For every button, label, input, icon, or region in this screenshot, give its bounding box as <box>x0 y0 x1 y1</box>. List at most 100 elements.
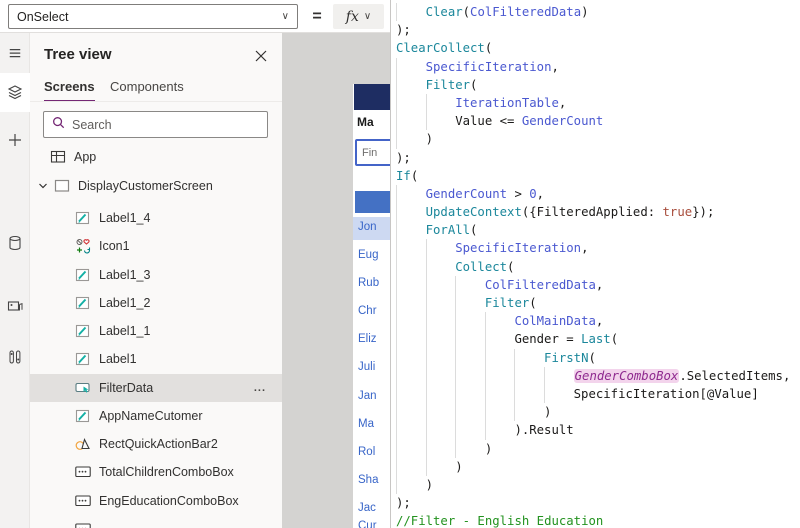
code-line[interactable]: ColFilteredData, <box>396 275 800 294</box>
code-line[interactable]: ).Result <box>396 421 800 440</box>
more-options-button[interactable]: ... <box>254 382 266 394</box>
tree-item-label: Label1_1 <box>99 324 151 338</box>
code-line[interactable]: ); <box>396 21 800 39</box>
app-icon <box>50 149 66 165</box>
tree-item-label: App <box>74 150 97 164</box>
insert-icon[interactable] <box>0 125 30 155</box>
menu-icon[interactable] <box>0 39 30 69</box>
app-artboard[interactable]: Ma Fin Jon Eug Rub Chr Eliz Juli Jan Ma Rol Sha Ja… <box>353 84 390 528</box>
tree-item-clipped[interactable] <box>30 515 282 528</box>
tree-item-label1[interactable]: Label1 <box>30 345 282 373</box>
code-line[interactable]: ForAll( <box>396 221 800 240</box>
code-line[interactable]: ); <box>396 494 800 512</box>
code-line[interactable]: ClearCollect( <box>396 39 800 57</box>
label-icon <box>75 295 91 311</box>
tree-view-icon[interactable] <box>0 77 30 107</box>
code-line[interactable]: If( <box>396 167 800 185</box>
button-icon <box>75 380 91 396</box>
customer-name-link[interactable]: Rub <box>358 277 379 289</box>
tree-item-icon1[interactable]: Icon1 <box>30 232 282 260</box>
code-line[interactable]: Filter( <box>396 75 800 94</box>
customer-name-link[interactable]: Juli <box>358 361 375 373</box>
customer-name-link[interactable]: Jon <box>358 221 377 233</box>
code-line[interactable]: //Filter - English Education <box>396 512 800 528</box>
app-header-bar[interactable] <box>354 84 390 110</box>
customer-name-link[interactable]: Eliz <box>358 333 377 345</box>
app-title-text[interactable]: Ma <box>357 115 374 129</box>
code-line[interactable]: GenderCount > 0, <box>396 184 800 204</box>
search-icon <box>52 116 65 134</box>
tree-item-totalchildrencombobox[interactable]: TotalChildrenComboBox <box>30 458 282 486</box>
label-icon <box>75 267 91 283</box>
customer-name-link[interactable]: Cur <box>358 520 377 528</box>
tree-item-label1_4[interactable]: Label1_4 <box>30 204 282 232</box>
fx-formula-button[interactable]: fx ∨ <box>333 4 384 29</box>
tree-item-filterdata[interactable]: FilterData... <box>30 374 282 402</box>
panel-title: Tree view <box>44 46 112 63</box>
chevron-down-icon: ∨ <box>281 11 289 22</box>
property-selector-dropdown[interactable]: OnSelect ∨ <box>8 4 298 29</box>
code-line[interactable]: Clear(ColFilteredData) <box>396 3 800 22</box>
code-line[interactable]: Collect( <box>396 257 800 276</box>
customer-name-link[interactable]: Chr <box>358 305 377 317</box>
customer-name-link[interactable]: Sha <box>358 474 378 486</box>
combobox-icon <box>75 493 91 509</box>
code-line[interactable]: SpecificIteration, <box>396 57 800 76</box>
code-line[interactable]: Filter( <box>396 294 800 313</box>
customer-name-link[interactable]: Jan <box>358 390 377 402</box>
code-line[interactable]: Value <= GenderCount <box>396 112 800 131</box>
tree-item-label: DisplayCustomerScreen <box>78 179 213 193</box>
code-line[interactable]: GenderComboBox.SelectedItems, <box>396 366 800 385</box>
tree-item-appnamecutomer[interactable]: AppNameCutomer <box>30 402 282 430</box>
tree-item-label1_1[interactable]: Label1_1 <box>30 317 282 345</box>
tree-item-label: Label1_3 <box>99 268 151 282</box>
tree-item-rectquickactionbar2[interactable]: RectQuickActionBar2 <box>30 430 282 458</box>
tree-item-label: AppNameCutomer <box>99 409 203 423</box>
customer-name-link[interactable]: Rol <box>358 446 375 458</box>
tree-item-label: Label1_2 <box>99 296 151 310</box>
tree-item-engeducationcombobox[interactable]: EngEducationComboBox <box>30 487 282 515</box>
tree-item-app[interactable]: App <box>30 143 282 171</box>
tree-item-label1_3[interactable]: Label1_3 <box>30 261 282 289</box>
tree-item-displaycustomerscreen[interactable]: DisplayCustomerScreen <box>30 172 282 200</box>
customer-name-link[interactable]: Eug <box>358 249 378 261</box>
code-line[interactable]: ) <box>396 403 800 422</box>
formula-editor[interactable]: Clear(ColFilteredData)); ClearCollect(Spe… <box>390 0 800 528</box>
chevron-down-icon: ∨ <box>363 11 372 22</box>
tools-icon[interactable] <box>0 342 30 372</box>
data-icon[interactable] <box>0 228 30 258</box>
code-line[interactable]: ) <box>396 475 800 495</box>
code-line[interactable]: IterationTable, <box>396 93 800 113</box>
table-header-bar[interactable] <box>355 191 390 213</box>
code-line[interactable]: ) <box>396 130 800 149</box>
label-icon <box>75 351 91 367</box>
code-line[interactable]: Gender = Last( <box>396 330 800 349</box>
code-line[interactable]: SpecificIteration[@Value] <box>396 384 800 404</box>
formula-code[interactable]: Clear(ColFilteredData)); ClearCollect(Spe… <box>391 0 800 528</box>
tab-components[interactable]: Components <box>110 79 184 100</box>
chevron-down-icon[interactable] <box>38 181 50 191</box>
code-line[interactable]: ) <box>396 457 800 476</box>
code-line[interactable]: SpecificIteration, <box>396 239 800 258</box>
tree-item-label1_2[interactable]: Label1_2 <box>30 289 282 317</box>
tree-item-label: FilterData <box>99 381 154 395</box>
code-line[interactable]: ); <box>396 149 800 167</box>
canvas-workspace[interactable]: Ma Fin Jon Eug Rub Chr Eliz Juli Jan Ma Rol Sha Ja… <box>282 33 390 528</box>
code-line[interactable]: ) <box>396 439 800 458</box>
customer-name-link[interactable]: Jac <box>358 502 376 514</box>
fx-icon: fx <box>345 8 359 25</box>
combobox-icon <box>75 521 91 528</box>
code-line[interactable]: ColMainData, <box>396 312 800 331</box>
search-input[interactable]: Search <box>43 111 268 138</box>
code-line[interactable]: FirstN( <box>396 348 800 367</box>
customer-name-link[interactable]: Ma <box>358 418 374 430</box>
code-line[interactable]: UpdateContext({FilteredApplied: true}); <box>396 203 800 222</box>
tab-screens[interactable]: Screens <box>44 79 95 102</box>
screen-icon <box>54 178 70 194</box>
highlighted-token: GenderComboBox <box>573 368 680 383</box>
label-icon <box>75 210 91 226</box>
find-input[interactable]: Fin <box>355 139 390 166</box>
media-icon[interactable] <box>0 292 30 322</box>
close-icon[interactable] <box>252 47 270 65</box>
tree-item-label: Label1 <box>99 352 137 366</box>
